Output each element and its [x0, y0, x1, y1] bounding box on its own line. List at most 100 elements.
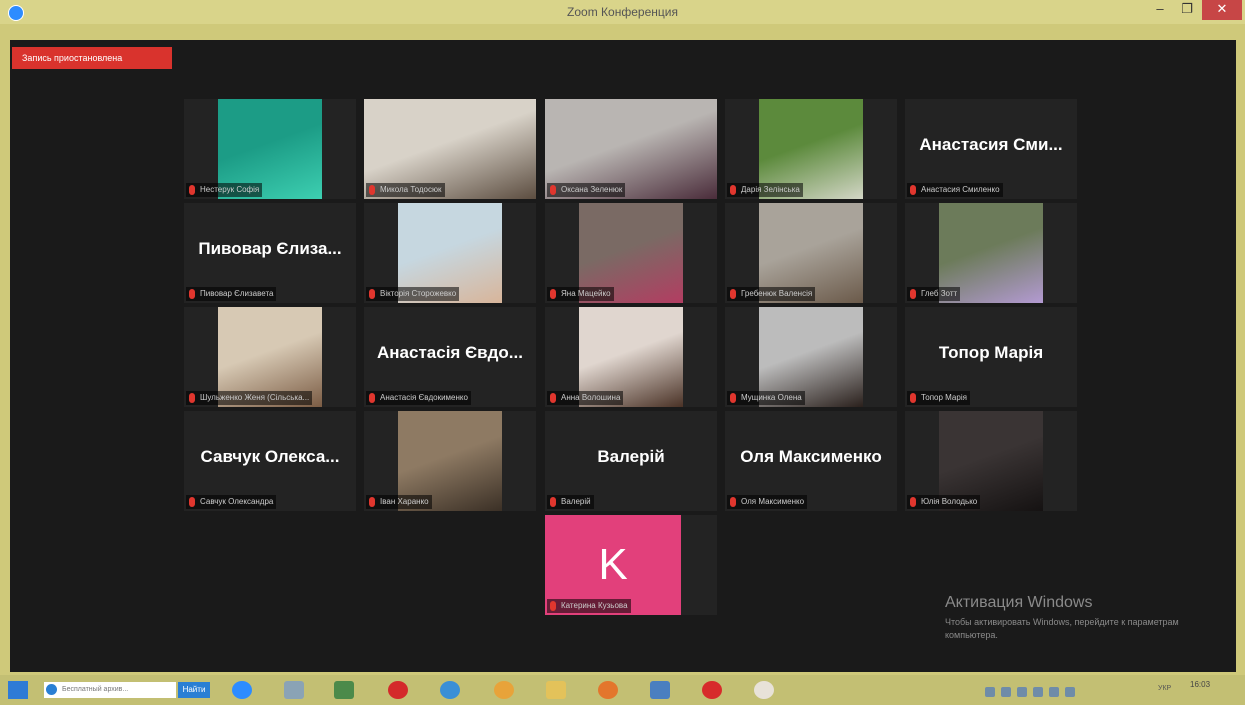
watermark-title: Активация Windows: [945, 594, 1093, 611]
language-indicator[interactable]: УКР: [1158, 685, 1171, 692]
minimize-button[interactable]: –: [1148, 0, 1172, 20]
yandex-icon[interactable]: [702, 681, 722, 699]
title-bar[interactable]: Zoom Конференция – ❐ ✕: [0, 0, 1245, 24]
participant-tile[interactable]: Нестерук Софія: [184, 99, 356, 199]
participant-name-label: Катерина Кузьова: [547, 599, 631, 613]
participant-tile[interactable]: Дарія Зелінська: [725, 99, 897, 199]
participant-tile[interactable]: Юлія Володько: [905, 411, 1077, 511]
spreadsheet-icon[interactable]: [334, 681, 354, 699]
participant-name-text: Савчук Олександра: [200, 497, 274, 506]
muted-mic-icon: [550, 393, 556, 403]
participant-name-text: Дарія Зелінська: [741, 185, 800, 194]
muted-mic-icon: [910, 289, 916, 299]
participant-name-label: Оля Максименко: [727, 495, 808, 509]
maximize-button[interactable]: ❐: [1175, 0, 1199, 20]
participant-name-label: Анастасия Смиленко: [907, 183, 1003, 197]
internet-explorer-icon[interactable]: [440, 681, 460, 699]
window-title: Zoom Конференция: [567, 5, 678, 19]
opera-icon[interactable]: [388, 681, 408, 699]
participant-tile[interactable]: Анна Волошина: [545, 307, 717, 407]
close-button[interactable]: ✕: [1202, 0, 1242, 20]
start-button[interactable]: [8, 681, 28, 699]
recording-paused-badge[interactable]: Запись приостановлена: [12, 47, 172, 69]
participant-name-text: Юлія Володько: [921, 497, 978, 506]
participant-name-text: Топор Марія: [921, 393, 967, 402]
participant-display-name: Пивовар Єлиза...: [198, 239, 342, 258]
muted-mic-icon: [369, 185, 375, 195]
muted-mic-icon: [730, 289, 736, 299]
muted-mic-icon: [369, 289, 375, 299]
participant-name-label: Гребенюк Валенсія: [727, 287, 816, 301]
participant-name-label: Шульженко Женя (Сільська...: [186, 391, 313, 405]
folder-icon[interactable]: [546, 681, 566, 699]
participant-name-text: Катерина Кузьова: [561, 601, 628, 610]
participant-name-label: Глеб Зотт: [907, 287, 961, 301]
muted-mic-icon: [189, 393, 195, 403]
zoom-taskbar-icon[interactable]: [232, 681, 252, 699]
participant-tile[interactable]: Пивовар Єлиза... Пивовар Єлизавета: [184, 203, 356, 303]
participant-tile[interactable]: K Катерина Кузьова: [545, 515, 717, 615]
participant-name-label: Савчук Олександра: [186, 495, 277, 509]
participant-tile[interactable]: Микола Тодосюк: [364, 99, 536, 199]
participant-name-text: Яна Мацейко: [561, 289, 611, 298]
file-explorer-icon[interactable]: [284, 681, 304, 699]
participant-name-label: Іван Харанко: [366, 495, 432, 509]
participant-name-text: Оксана Зеленюк: [561, 185, 623, 194]
muted-mic-icon: [550, 601, 556, 611]
participant-name-text: Глеб Зотт: [921, 289, 958, 298]
muted-mic-icon: [189, 289, 195, 299]
muted-mic-icon: [910, 497, 916, 507]
participant-display-name: Валерій: [597, 447, 665, 466]
participant-name-label: Анна Волошина: [547, 391, 624, 405]
participant-tile[interactable]: Топор Марія Топор Марія: [905, 307, 1077, 407]
muted-mic-icon: [369, 497, 375, 507]
participant-name-text: Анастасия Смиленко: [921, 185, 1000, 194]
participant-name-text: Мущинка Олена: [741, 393, 802, 402]
participant-tile[interactable]: Вікторія Сторожевко: [364, 203, 536, 303]
participant-tile[interactable]: Гребенюк Валенсія: [725, 203, 897, 303]
participant-name-text: Вікторія Сторожевко: [380, 289, 457, 298]
system-tray[interactable]: [985, 684, 1145, 697]
participant-name-text: Оля Максименко: [741, 497, 805, 506]
windows-activation-watermark: Активация Windows Чтобы активировать Win…: [945, 594, 1225, 642]
participant-name-label: Оксана Зеленюк: [547, 183, 626, 197]
participant-name-label: Дарія Зелінська: [727, 183, 803, 197]
muted-mic-icon: [730, 497, 736, 507]
participant-tile[interactable]: Оля Максименко Оля Максименко: [725, 411, 897, 511]
participant-tile[interactable]: Савчук Олекса... Савчук Олександра: [184, 411, 356, 511]
participant-display-name: Анастасия Сми...: [919, 135, 1063, 154]
muted-mic-icon: [550, 289, 556, 299]
participant-name-label: Яна Мацейко: [547, 287, 614, 301]
clock[interactable]: 16:03: [1190, 680, 1210, 690]
taskbar-search-button[interactable]: Найти: [178, 682, 210, 698]
participant-name-label: Микола Тодосюк: [366, 183, 445, 197]
participant-tile[interactable]: Глеб Зотт: [905, 203, 1077, 303]
muted-mic-icon: [189, 185, 195, 195]
participant-name-text: Микола Тодосюк: [380, 185, 442, 194]
muted-mic-icon: [730, 185, 736, 195]
muted-mic-icon: [550, 497, 556, 507]
participant-name-label: Анастасія Євдокименко: [366, 391, 471, 405]
participant-tile[interactable]: Оксана Зеленюк: [545, 99, 717, 199]
participant-name-text: Іван Харанко: [380, 497, 429, 506]
participant-tile[interactable]: Яна Мацейко: [545, 203, 717, 303]
participant-tile[interactable]: Іван Харанко: [364, 411, 536, 511]
participant-tile[interactable]: Мущинка Олена: [725, 307, 897, 407]
participant-tile[interactable]: Анастасия Сми... Анастасия Смиленко: [905, 99, 1077, 199]
muted-mic-icon: [910, 185, 916, 195]
watermark-text: Чтобы активировать Windows, перейдите к …: [945, 617, 1179, 640]
participant-tile[interactable]: Анастасія Євдо... Анастасія Євдокименко: [364, 307, 536, 407]
search-icon: [46, 684, 57, 695]
participant-name-text: Анастасія Євдокименко: [380, 393, 468, 402]
participant-display-name: Савчук Олекса...: [200, 447, 340, 466]
participant-name-label: Юлія Володько: [907, 495, 981, 509]
muted-mic-icon: [369, 393, 375, 403]
chrome-icon[interactable]: [494, 681, 514, 699]
media-player-icon[interactable]: [650, 681, 670, 699]
firefox-icon[interactable]: [598, 681, 618, 699]
participant-tile[interactable]: Валерій Валерій: [545, 411, 717, 511]
taskbar-search-input[interactable]: Бесплатный архив...: [44, 682, 176, 698]
yandex-browser-icon[interactable]: [754, 681, 774, 699]
muted-mic-icon: [550, 185, 556, 195]
participant-tile[interactable]: Шульженко Женя (Сільська...: [184, 307, 356, 407]
